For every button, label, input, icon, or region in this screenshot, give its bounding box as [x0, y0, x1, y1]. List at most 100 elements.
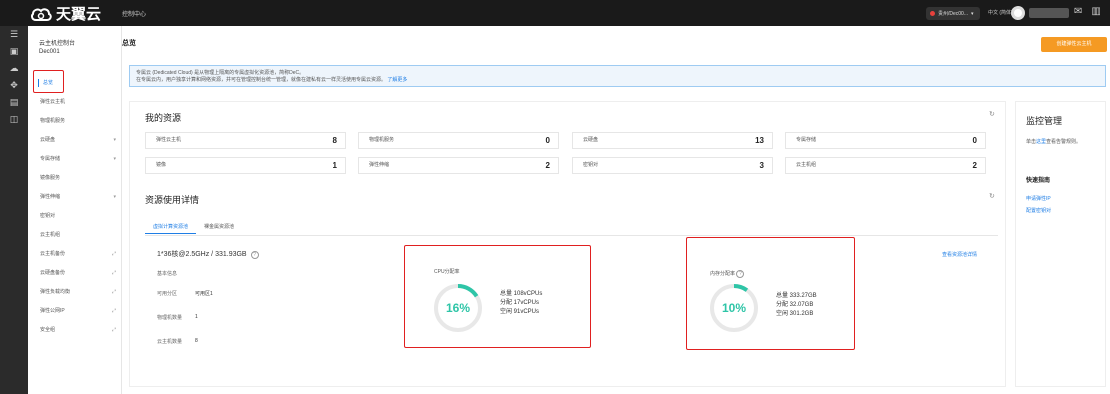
chart-icon[interactable]: ▥ [1091, 6, 1100, 17]
resource-cell-ecs[interactable]: 弹性云主机 8 [145, 132, 346, 149]
external-link-icon: ⤢ [111, 308, 116, 314]
sidebar-item-label: 云主机备份 [40, 251, 66, 257]
monitor-icon[interactable]: ◫ [0, 111, 28, 128]
basic-info-label: 基本信息 [157, 271, 178, 277]
sidebar-item-label: 云硬盘备份 [40, 270, 66, 276]
sidebar-item-physical[interactable]: 物理机服务 [28, 112, 122, 130]
sidebar-item-ecs[interactable]: 弹性云主机 [28, 93, 122, 111]
resource-cell-physical[interactable]: 物理机服务 0 [358, 132, 559, 149]
network-icon[interactable]: ✥ [0, 77, 28, 94]
chevron-down-icon: ▾ [113, 156, 116, 162]
external-link-icon: ⤢ [111, 289, 116, 295]
monitor-text-pre: 单击 [1026, 139, 1037, 145]
pool-detail-link[interactable]: 查看资源池详情 [942, 251, 977, 258]
resource-label: 镜像 [156, 162, 167, 168]
sidebar-item-label: 镜像服务 [40, 175, 61, 181]
cloud-logo-icon [31, 7, 52, 21]
logo-text: 天翼云 [56, 6, 102, 23]
cloud-icon[interactable]: ☁ [0, 60, 28, 77]
page-title: 总览 [122, 40, 136, 47]
highlight-box-cpu [404, 245, 591, 348]
sidebar-item-keypair[interactable]: 密钥对 [28, 207, 122, 225]
pool-spec: 1*36核@2.5GHz / 331.93GB? [157, 249, 259, 259]
resource-count: 2 [972, 161, 977, 170]
learn-more-link[interactable]: 了解更多 [387, 77, 407, 83]
resource-cell-keypair[interactable]: 密钥对 3 [572, 157, 773, 174]
username-redacted[interactable] [1029, 8, 1069, 18]
vm-count-label: 云主机数量 [157, 339, 183, 345]
menu-icon[interactable]: ☰ [0, 26, 28, 43]
external-link-icon: ⤢ [111, 327, 116, 333]
quick-guide-title: 快速指南 [1026, 178, 1051, 184]
monitor-text: 单击这里查看告警规则。 [1026, 138, 1081, 145]
sidebar-item-eip[interactable]: 弹性公网IP ⤢ [28, 302, 122, 320]
sidebar-item-label: 云主机组 [40, 232, 61, 238]
az-label: 可用分区 [157, 291, 178, 297]
region-status-icon [930, 11, 935, 16]
tab-virtual-pool[interactable]: 虚拟计算资源池 [145, 221, 197, 234]
resource-cell-server-group[interactable]: 云主机组 2 [785, 157, 986, 174]
sidebar-item-disk-backup[interactable]: 云硬盘备份 ⤢ [28, 264, 122, 282]
refresh-icon[interactable]: ↻ [989, 110, 995, 118]
external-link-icon: ⤢ [111, 270, 116, 276]
sidebar-item-ecs-backup[interactable]: 云主机备份 ⤢ [28, 245, 122, 263]
physical-count-value: 1 [195, 314, 198, 320]
resource-count: 3 [759, 161, 764, 170]
refresh-icon[interactable]: ↻ [989, 192, 995, 200]
create-ecs-button[interactable]: 创建弹性云主机 [1041, 37, 1107, 52]
external-link-icon: ⤢ [111, 251, 116, 257]
sidebar-item-label: 云硬盘 [40, 137, 56, 143]
sidebar-item-server-group[interactable]: 云主机组 [28, 226, 122, 244]
chevron-down-icon: ▾ [971, 10, 974, 17]
usage-title: 资源使用详情 [145, 195, 200, 205]
sidebar-item-label: 弹性负载均衡 [40, 289, 71, 295]
tab-baremetal-pool[interactable]: 裸金属资源池 [196, 221, 242, 234]
sidebar-item-disk[interactable]: 云硬盘 ▾ [28, 131, 122, 149]
sidebar-item-autoscaling[interactable]: 弹性伸缩 ▾ [28, 188, 122, 206]
server-icon[interactable]: ▣ [0, 43, 28, 60]
resource-label: 云硬盘 [583, 137, 599, 143]
apply-eip-link[interactable]: 申请弹性IP [1026, 195, 1051, 202]
storage-icon[interactable]: ▤ [0, 94, 28, 111]
resource-count: 0 [545, 136, 550, 145]
logo[interactable]: 天翼云 [30, 3, 101, 24]
sidebar-item-elb[interactable]: 弹性负载均衡 ⤢ [28, 283, 122, 301]
monitor-here-link[interactable]: 这里 [1036, 139, 1046, 145]
sidebar-item-label: 弹性伸缩 [40, 194, 61, 200]
region-selector[interactable]: 贵州/Dec00... ▾ [926, 7, 980, 20]
resource-count: 8 [332, 136, 337, 145]
help-circle-icon[interactable]: ? [250, 251, 259, 259]
avatar[interactable] [1011, 6, 1025, 20]
my-resources-title: 我的资源 [145, 113, 182, 123]
mail-icon[interactable]: ✉ [1074, 6, 1082, 17]
resource-cell-disk[interactable]: 云硬盘 13 [572, 132, 773, 149]
vm-count-value: 8 [195, 338, 198, 344]
pool-spec-text: 1*36核@2.5GHz / 331.93GB [157, 251, 247, 258]
resource-cell-autoscaling[interactable]: 弹性伸缩 2 [358, 157, 559, 174]
resource-label: 弹性云主机 [156, 137, 182, 143]
sidebar-item-label: 密钥对 [40, 213, 56, 219]
resource-cell-dedicated-storage[interactable]: 专属存储 0 [785, 132, 986, 149]
monitor-title: 监控管理 [1026, 116, 1063, 126]
resource-cell-image[interactable]: 镜像 1 [145, 157, 346, 174]
icon-rail: ☰ ▣ ☁ ✥ ▤ ◫ [0, 26, 28, 394]
resource-label: 弹性伸缩 [369, 162, 390, 168]
resource-label: 物理机服务 [369, 137, 395, 143]
chevron-down-icon: ▾ [113, 137, 116, 143]
sidebar-item-image[interactable]: 镜像服务 [28, 169, 122, 187]
language-selector[interactable]: 中文 (简体) [988, 9, 1013, 16]
console-label[interactable]: 控制中心 [122, 9, 146, 18]
sidebar-item-label: 弹性公网IP [40, 308, 65, 314]
physical-count-label: 物理机数量 [157, 315, 183, 321]
top-bar: 天翼云 控制中心 贵州/Dec00... ▾ 中文 (简体) ✉ ▥ ? [0, 0, 1110, 26]
resource-label: 专属存储 [796, 137, 817, 143]
sidebar-subtitle: Dec001 [39, 49, 60, 55]
sidebar-item-security-group[interactable]: 安全组 ⤢ [28, 321, 122, 339]
config-keypair-link[interactable]: 配置密钥对 [1026, 207, 1051, 214]
sidebar-item-label: 弹性云主机 [40, 99, 66, 105]
resource-count: 0 [972, 136, 977, 145]
sidebar-item-dedicated-storage[interactable]: 专属存储 ▾ [28, 150, 122, 168]
sidebar-item-label: 安全组 [40, 327, 56, 333]
highlight-box-memory [686, 237, 855, 350]
resource-count: 2 [545, 161, 550, 170]
